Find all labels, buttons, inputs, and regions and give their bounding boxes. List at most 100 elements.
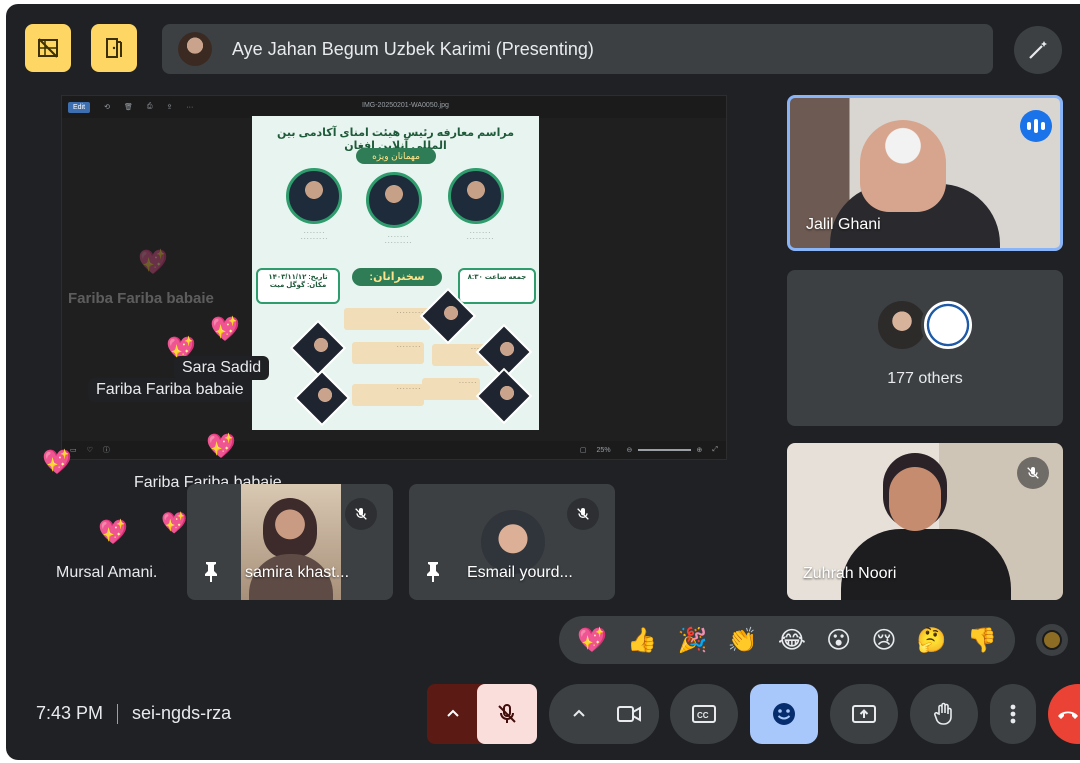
exit-room-icon xyxy=(106,38,122,58)
heart-icon: ♡ xyxy=(86,447,93,454)
fit-icon: ▢ xyxy=(579,447,587,454)
speaker-photo xyxy=(293,369,351,427)
presenter-name: Aye Jahan Begum Uzbek Karimi (Presenting… xyxy=(232,38,594,59)
avatar xyxy=(921,298,975,352)
laughing-emoji[interactable]: 😂 xyxy=(778,626,806,655)
reaction-sender: Sara Sadid xyxy=(174,356,270,380)
reaction-sender: Fariba Fariba babaie xyxy=(88,378,252,402)
participant-name: Jalil Ghani xyxy=(806,216,881,233)
video-controls xyxy=(549,684,659,744)
more-options-button[interactable] xyxy=(990,684,1036,744)
participant-video xyxy=(241,484,341,600)
leave-call-button[interactable] xyxy=(1048,684,1080,744)
chevron-up-icon xyxy=(573,709,585,717)
event-poster: مراسم معارفه رئیس هیئت امنای آکادمی بین … xyxy=(252,116,539,430)
participant-tile-jalil[interactable]: Jalil Ghani xyxy=(787,95,1063,251)
mic-toggle-button[interactable] xyxy=(477,684,537,744)
guest-caption: · · · · · · · · · · · · · · · · xyxy=(466,230,494,242)
meeting-code[interactable]: sei-ngds-rza xyxy=(132,703,231,724)
heart-reaction-icon: 💖 xyxy=(98,519,128,546)
more-vert-icon xyxy=(1010,704,1016,724)
clapping-emoji[interactable]: 👏 xyxy=(728,626,758,655)
more-icon: ··· xyxy=(186,103,194,111)
current-time: 7:43 PM xyxy=(36,703,104,723)
participant-tile-samira[interactable]: samira khast... xyxy=(187,484,393,600)
skin-tone-icon xyxy=(1042,630,1062,650)
meeting-info: 7:43 PM sei-ngds-rza xyxy=(36,703,231,724)
presenter-bar[interactable]: Aye Jahan Begum Uzbek Karimi (Presenting… xyxy=(162,24,993,74)
share-icon: ⇪ xyxy=(166,104,173,111)
surprised-emoji[interactable]: 😮 xyxy=(826,626,851,655)
guest-caption: · · · · · · · · · · · · · · · · xyxy=(384,234,412,246)
room-button[interactable] xyxy=(91,24,137,72)
mic-off-icon xyxy=(1017,457,1049,489)
heart-reaction-icon: 💖 xyxy=(42,449,72,476)
viewer-statusbar: ▭ ♡ ⓘ ▢ 25% ⊖ ⊕ ⤢ xyxy=(62,441,726,459)
poster-date-box: تاریخ: ۱۴۰۳/۱۱/۱۲ مکان: گوگل میت xyxy=(256,268,340,304)
participant-tile-others[interactable]: 177 others xyxy=(787,270,1063,426)
audio-options-button[interactable] xyxy=(427,684,479,744)
closed-captions-icon: CC xyxy=(692,705,716,723)
camera-toggle-button[interactable] xyxy=(599,684,659,744)
hide-tiles-button[interactable] xyxy=(25,24,71,72)
crying-emoji[interactable]: 😢 xyxy=(871,626,896,655)
viewer-edit-button[interactable]: Edit xyxy=(68,101,91,113)
audio-controls xyxy=(427,684,537,744)
zoom-in-icon: ⊕ xyxy=(696,447,703,454)
participant-tile-zuhrah[interactable]: Zuhrah Noori xyxy=(787,443,1063,600)
others-avatars xyxy=(875,298,975,352)
others-count: 177 others xyxy=(887,370,963,387)
chevron-up-icon xyxy=(447,709,459,717)
participant-tile-esmail[interactable]: Esmail yourd... xyxy=(409,484,615,600)
guest-photo xyxy=(366,172,422,228)
thumbs-up-emoji[interactable]: 👍 xyxy=(627,626,657,655)
hang-up-icon xyxy=(1058,711,1078,719)
heart-reaction-icon: 💖 xyxy=(138,249,168,276)
speaker-row: · · · · · · · · xyxy=(352,342,424,364)
magic-wand-icon xyxy=(1029,41,1047,59)
visual-effects-button[interactable] xyxy=(1014,26,1062,74)
mic-off-icon xyxy=(498,704,516,723)
video-camera-icon xyxy=(617,706,641,722)
reaction-sender: Mursal Amani. xyxy=(48,561,166,585)
skin-tone-button[interactable] xyxy=(1036,624,1068,656)
present-button[interactable] xyxy=(830,684,898,744)
speaker-row: · · · · · · · · · · xyxy=(344,308,430,330)
divider xyxy=(117,703,119,724)
poster-time-box: جمعه ساعت ۸:۳۰ xyxy=(458,268,536,304)
raise-hand-button[interactable] xyxy=(910,684,978,744)
thumbs-down-emoji[interactable]: 👎 xyxy=(967,626,997,655)
guest-photo xyxy=(448,168,504,224)
zoom-slider[interactable] xyxy=(638,449,691,451)
emoji-smile-icon xyxy=(773,703,795,725)
print-icon: ⎙ xyxy=(146,103,153,110)
mic-off-icon xyxy=(345,498,377,530)
info-icon: ⓘ xyxy=(102,447,110,454)
captions-button[interactable]: CC xyxy=(670,684,738,744)
video-options-button[interactable] xyxy=(559,684,599,744)
svg-text:CC: CC xyxy=(697,711,709,720)
poster-place: مکان: گوگل میت xyxy=(269,282,327,289)
fullscreen-icon: ⤢ xyxy=(712,446,718,453)
pin-icon[interactable] xyxy=(423,560,443,582)
speaker-photo xyxy=(289,319,347,377)
guest-caption: · · · · · · · · · · · · · · · · xyxy=(300,230,328,242)
thinking-emoji[interactable]: 🤔 xyxy=(917,626,947,655)
participant-name: samira khast... xyxy=(245,564,350,581)
participant-name: Zuhrah Noori xyxy=(803,565,897,582)
poster-date: تاریخ: ۱۴۰۳/۱۱/۱۲ xyxy=(268,274,328,281)
presenter-avatar xyxy=(178,32,212,66)
participant-face xyxy=(889,467,941,531)
pin-icon[interactable] xyxy=(201,560,221,582)
reaction-sender-faded: Fariba Fariba babaie xyxy=(68,290,214,307)
rotate-icon: ⟲ xyxy=(104,104,110,111)
speaker-row: · · · · · · · · xyxy=(352,384,424,406)
emoji-reaction-bar: 💖 👍 🎉 👏 😂 😮 😢 🤔 👎 xyxy=(559,616,1015,664)
sparkling-heart-emoji[interactable]: 💖 xyxy=(577,626,607,655)
zoom-out-icon: ⊖ xyxy=(626,447,633,454)
guest-photo xyxy=(286,168,342,224)
viewer-file-name: IMG-20250201-WA0050.jpg xyxy=(362,102,449,109)
shared-screen[interactable]: Edit ⟲ 🗑 ⎙ ⇪ ··· IMG-20250201-WA0050.jpg… xyxy=(61,95,727,460)
reactions-button[interactable] xyxy=(750,684,818,744)
party-popper-emoji[interactable]: 🎉 xyxy=(677,626,707,655)
